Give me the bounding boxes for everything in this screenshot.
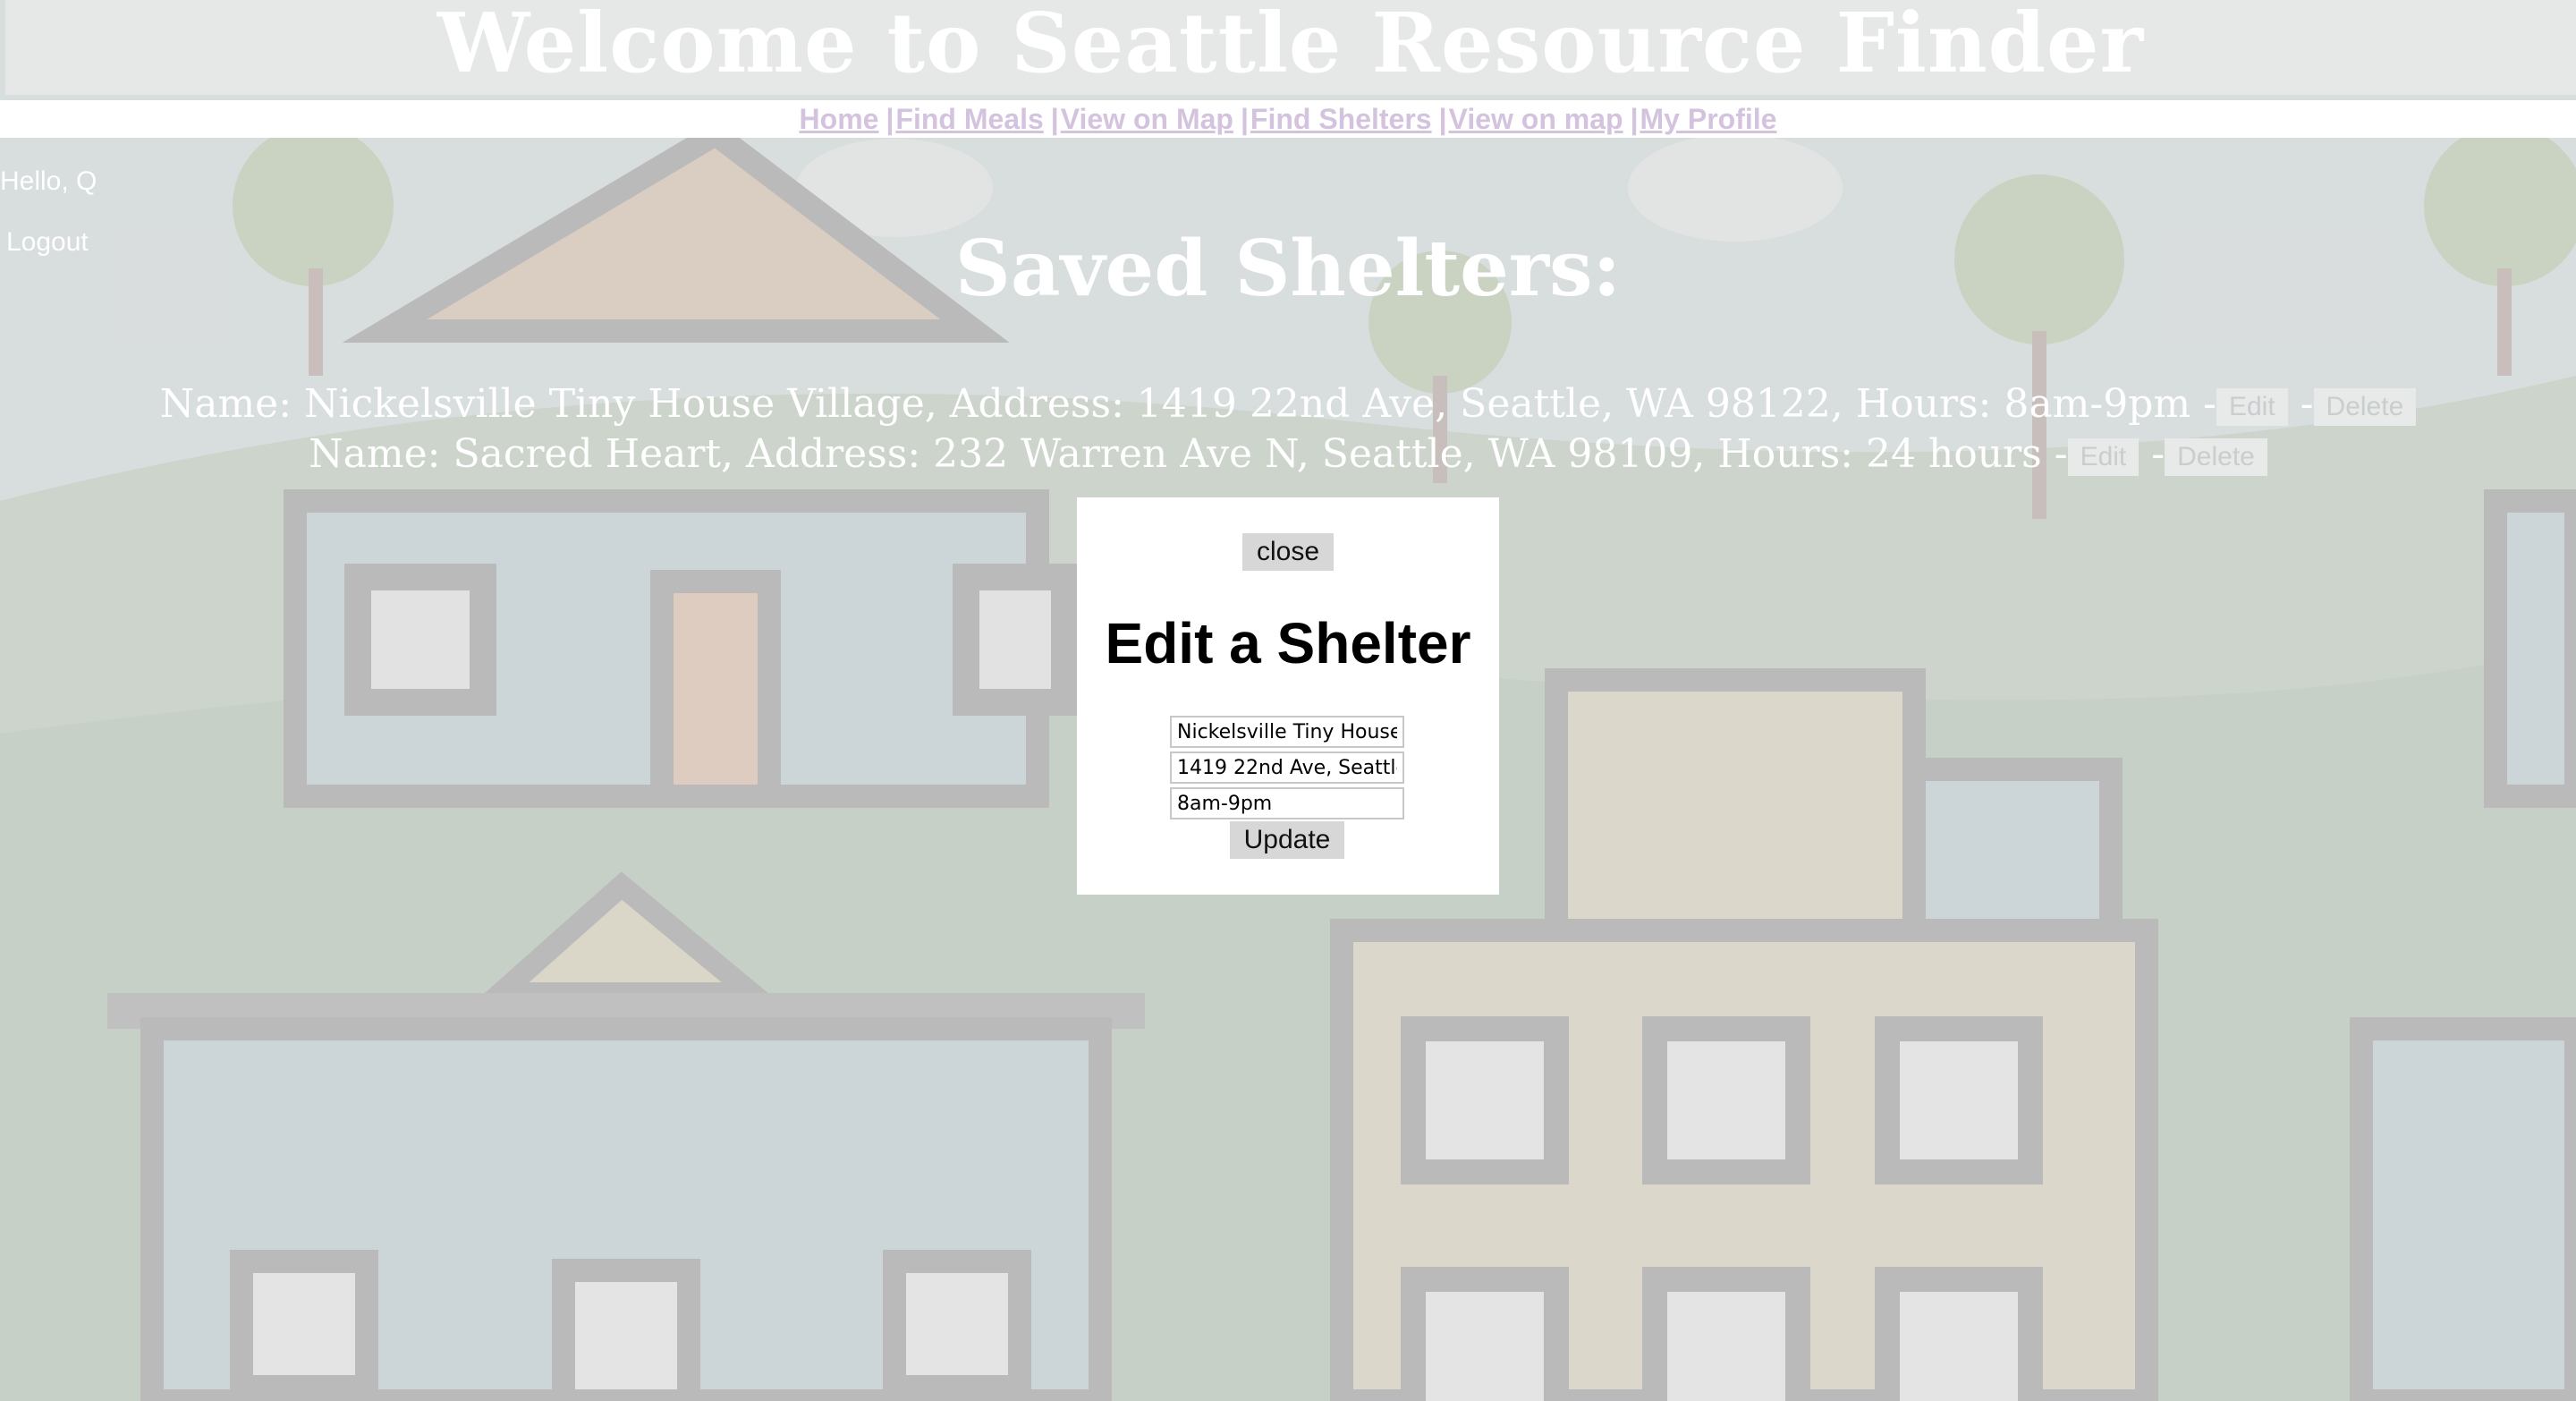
nav-separator: | — [1050, 102, 1059, 135]
nav-separator: | — [1630, 102, 1639, 135]
shelter-details: Name: Nickelsville Tiny House Village, A… — [159, 381, 2216, 427]
nav-link-find-shelters[interactable]: Find Shelters — [1250, 103, 1432, 136]
delete-shelter-button[interactable]: Delete — [2313, 387, 2417, 426]
shelter-hours-field[interactable] — [1170, 787, 1404, 819]
site-title: Welcome to Seattle Resource Finder — [436, 0, 2145, 91]
main-nav: Home | Find Meals | View on Map | Find S… — [0, 100, 2576, 138]
nav-link-my-profile[interactable]: My Profile — [1640, 103, 1777, 136]
nav-link-meals-map[interactable]: View on Map — [1061, 103, 1233, 136]
nav-separator: | — [1240, 102, 1249, 135]
edit-shelter-button[interactable]: Edit — [2067, 437, 2140, 476]
close-modal-button[interactable]: close — [1242, 533, 1334, 571]
nav-separator: | — [1438, 102, 1447, 135]
shelter-details: Name: Sacred Heart, Address: 232 Warren … — [309, 431, 2068, 477]
saved-shelters-heading: Saved Shelters: — [954, 224, 1622, 314]
nav-link-home[interactable]: Home — [800, 103, 879, 136]
site-header: Welcome to Seattle Resource Finder — [5, 0, 2576, 95]
nav-link-shelters-map[interactable]: View on map — [1449, 103, 1623, 136]
saved-shelter-row: Name: Sacred Heart, Address: 232 Warren … — [0, 431, 2576, 477]
edit-shelter-modal: close Edit a Shelter Update — [1077, 497, 1499, 895]
nav-separator: | — [886, 102, 894, 135]
update-button[interactable]: Update — [1230, 821, 1344, 859]
nav-link-find-meals[interactable]: Find Meals — [895, 103, 1043, 136]
modal-title: Edit a Shelter — [1105, 611, 1471, 675]
delete-shelter-button[interactable]: Delete — [2165, 437, 2267, 476]
row-dash: - — [2300, 381, 2314, 427]
shelter-name-field[interactable] — [1170, 716, 1404, 748]
edit-shelter-button[interactable]: Edit — [2216, 387, 2288, 426]
row-dash: - — [2151, 431, 2165, 477]
shelter-address-field[interactable] — [1170, 751, 1404, 784]
saved-shelter-row: Name: Nickelsville Tiny House Village, A… — [0, 381, 2576, 427]
user-greeting: Hello, Q — [0, 166, 97, 196]
